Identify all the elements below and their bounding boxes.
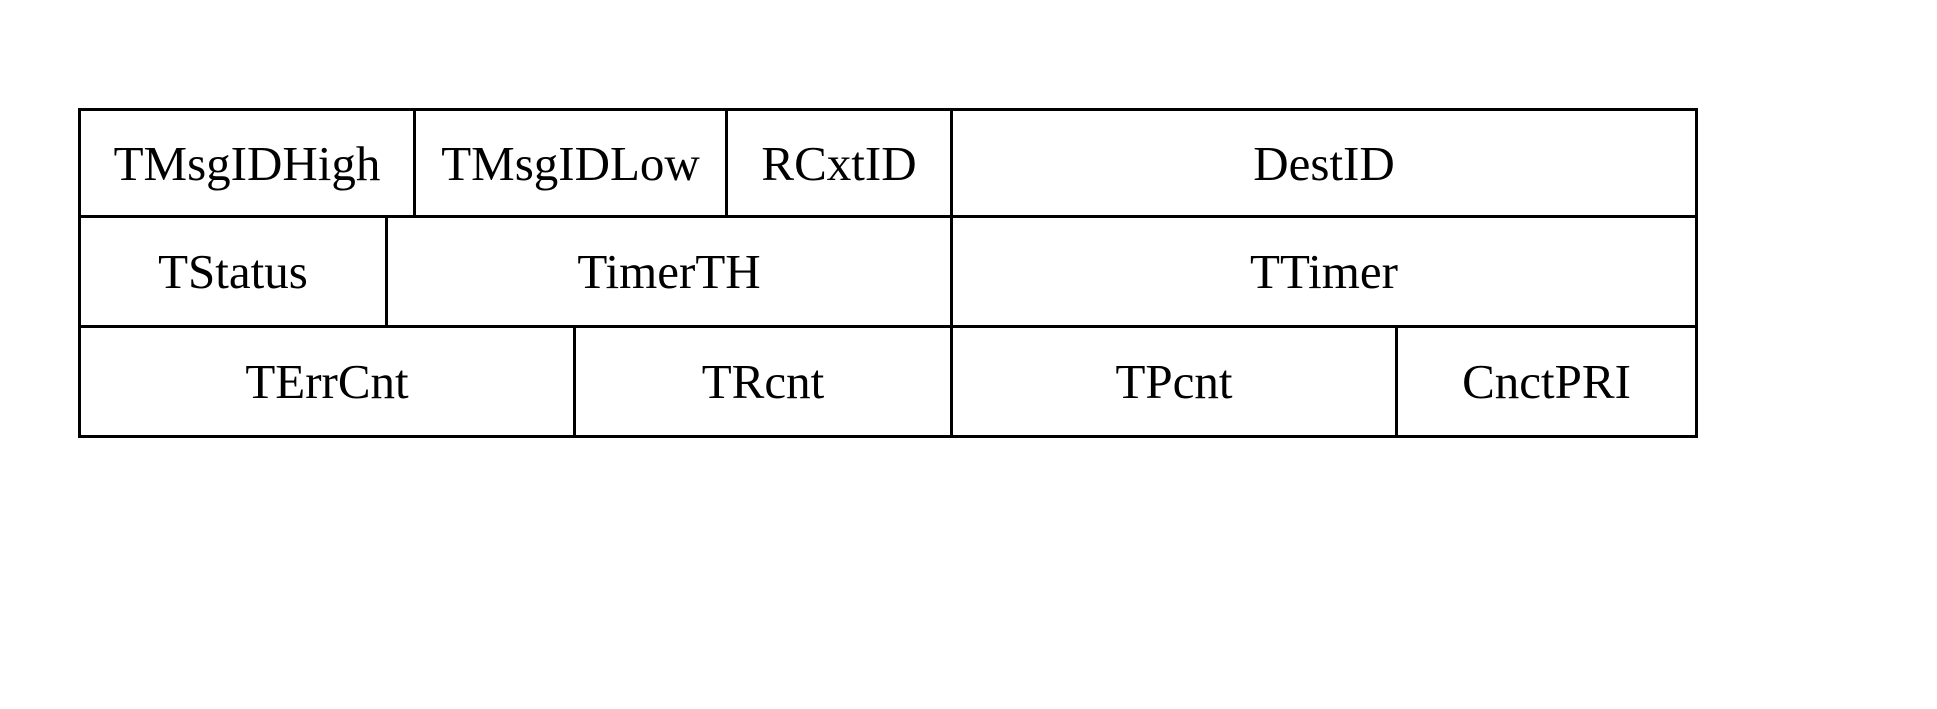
field-timerth: TimerTH bbox=[388, 218, 953, 328]
field-ttimer: TTimer bbox=[953, 218, 1698, 328]
field-terrcnt: TErrCnt bbox=[78, 328, 576, 438]
table-row: TStatus TimerTH TTimer bbox=[78, 218, 1698, 328]
field-tstatus: TStatus bbox=[78, 218, 388, 328]
field-destid: DestID bbox=[953, 108, 1698, 218]
field-trcnt: TRcnt bbox=[576, 328, 953, 438]
field-layout-table: TMsgIDHigh TMsgIDLow RCxtID DestID TStat… bbox=[78, 108, 1698, 438]
field-rcxtid: RCxtID bbox=[728, 108, 953, 218]
field-tmsgidlow: TMsgIDLow bbox=[416, 108, 728, 218]
field-tmsgidhigh: TMsgIDHigh bbox=[78, 108, 416, 218]
field-cnctpri: CnctPRI bbox=[1398, 328, 1698, 438]
table-row: TMsgIDHigh TMsgIDLow RCxtID DestID bbox=[78, 108, 1698, 218]
field-tpcnt: TPcnt bbox=[953, 328, 1398, 438]
table-row: TErrCnt TRcnt TPcnt CnctPRI bbox=[78, 328, 1698, 438]
